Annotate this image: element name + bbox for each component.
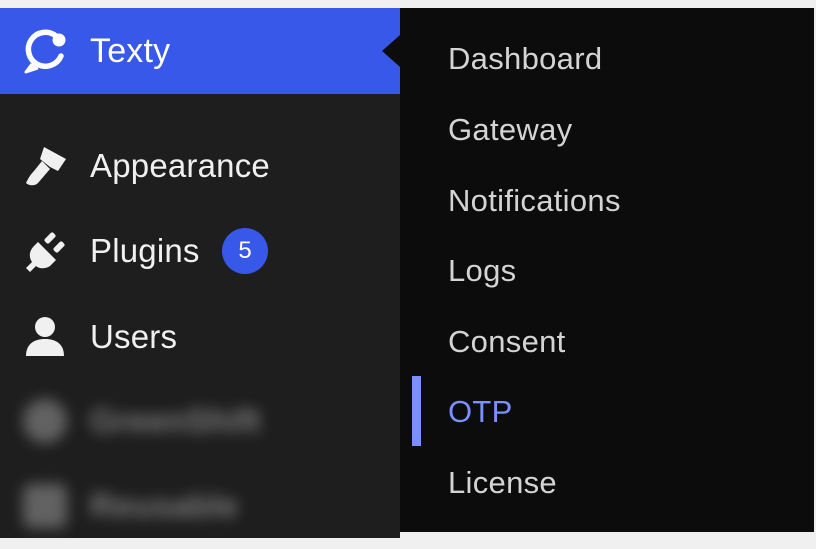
submenu-item-otp[interactable]: OTP (448, 394, 513, 430)
blurred-icon (20, 481, 70, 531)
submenu-item-license[interactable]: License (448, 465, 557, 501)
submenu-item-dashboard[interactable]: Dashboard (448, 41, 602, 77)
current-page-indicator (412, 376, 421, 446)
submenu-item-gateway[interactable]: Gateway (448, 112, 572, 148)
texty-logo-icon (20, 26, 70, 76)
paintbrush-icon (20, 141, 70, 191)
sidebar-item-label: GreenShift (90, 402, 261, 439)
plug-icon (20, 226, 70, 276)
active-menu-arrow (382, 35, 400, 67)
sidebar-item-users[interactable]: Users (0, 294, 400, 380)
submenu-item-notifications[interactable]: Notifications (448, 183, 621, 219)
admin-sidebar-menu: Texty Appearance Plugins 5 Users GreenSh… (0, 8, 400, 538)
submenu-item-consent[interactable]: Consent (448, 324, 566, 360)
sidebar-item-label: Texty (90, 31, 171, 70)
user-icon (20, 312, 70, 362)
sidebar-item-blurred-2[interactable]: Reusable (0, 463, 400, 549)
sidebar-item-label: Plugins (90, 232, 200, 269)
texty-submenu: Dashboard Gateway Notifications Logs Con… (400, 8, 814, 532)
sidebar-item-texty[interactable]: Texty (0, 8, 400, 94)
sidebar-item-plugins[interactable]: Plugins 5 (0, 208, 400, 294)
sidebar-item-label: Users (90, 318, 178, 355)
sidebar-item-label: Reusable (90, 487, 239, 524)
sidebar-item-blurred-1[interactable]: GreenShift (0, 378, 400, 464)
sidebar-item-label: Appearance (90, 147, 270, 184)
submenu-item-logs[interactable]: Logs (448, 253, 516, 289)
blurred-icon (20, 396, 70, 446)
sidebar-item-appearance[interactable]: Appearance (0, 123, 400, 209)
update-count-badge: 5 (222, 228, 268, 274)
